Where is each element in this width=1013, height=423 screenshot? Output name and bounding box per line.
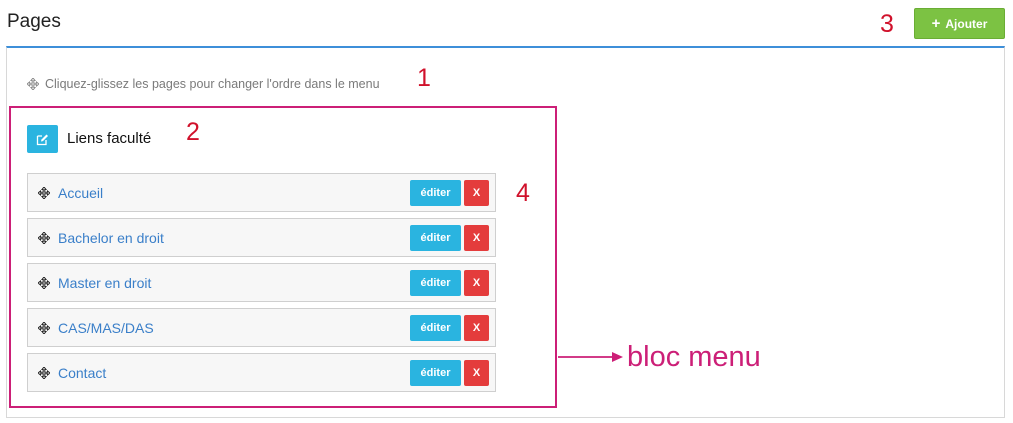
edit-menu-button[interactable] bbox=[27, 125, 58, 153]
menu-item-label[interactable]: Contact bbox=[58, 365, 106, 381]
delete-button[interactable]: X bbox=[464, 360, 489, 386]
delete-button[interactable]: X bbox=[464, 180, 489, 206]
bloc-menu-annotation: bloc menu bbox=[627, 341, 761, 373]
edit-button[interactable]: éditer bbox=[410, 360, 461, 386]
reorder-hint: Cliquez-glissez les pages pour changer l… bbox=[27, 77, 380, 91]
menu-item-label[interactable]: Accueil bbox=[58, 185, 103, 201]
drag-handle-icon[interactable] bbox=[38, 277, 50, 289]
menu-item[interactable]: Contact éditer X bbox=[27, 353, 496, 392]
add-button-label: Ajouter bbox=[945, 16, 988, 31]
drag-handle-icon[interactable] bbox=[38, 232, 50, 244]
menu-item[interactable]: Bachelor en droit éditer X bbox=[27, 218, 496, 257]
plus-icon: + bbox=[931, 14, 941, 32]
delete-button[interactable]: X bbox=[464, 225, 489, 251]
menu-item[interactable]: Accueil éditer X bbox=[27, 173, 496, 212]
arrow-right-icon bbox=[558, 352, 623, 362]
edit-button[interactable]: éditer bbox=[410, 180, 461, 206]
annotation-number-3: 3 bbox=[880, 10, 894, 38]
delete-button[interactable]: X bbox=[464, 315, 489, 341]
menu-item[interactable]: Master en droit éditer X bbox=[27, 263, 496, 302]
drag-handle-icon[interactable] bbox=[38, 367, 50, 379]
add-page-button[interactable]: + Ajouter bbox=[914, 8, 1005, 39]
reorder-hint-text: Cliquez-glissez les pages pour changer l… bbox=[45, 77, 380, 91]
annotation-number-1: 1 bbox=[417, 64, 431, 92]
edit-button[interactable]: éditer bbox=[410, 315, 461, 341]
delete-button[interactable]: X bbox=[464, 270, 489, 296]
pencil-square-icon bbox=[36, 134, 48, 145]
edit-button[interactable]: éditer bbox=[410, 225, 461, 251]
menu-item-label[interactable]: Bachelor en droit bbox=[58, 230, 164, 246]
menu-item-label[interactable]: Master en droit bbox=[58, 275, 151, 291]
move-icon bbox=[27, 78, 39, 90]
annotation-number-2: 2 bbox=[186, 118, 200, 146]
page-title: Pages bbox=[7, 11, 61, 32]
menu-item[interactable]: CAS/MAS/DAS éditer X bbox=[27, 308, 496, 347]
drag-handle-icon[interactable] bbox=[38, 187, 50, 199]
annotation-number-4: 4 bbox=[516, 179, 530, 207]
drag-handle-icon[interactable] bbox=[38, 322, 50, 334]
menu-item-label[interactable]: CAS/MAS/DAS bbox=[58, 320, 154, 336]
menu-name: Liens faculté bbox=[67, 130, 152, 147]
edit-button[interactable]: éditer bbox=[410, 270, 461, 296]
